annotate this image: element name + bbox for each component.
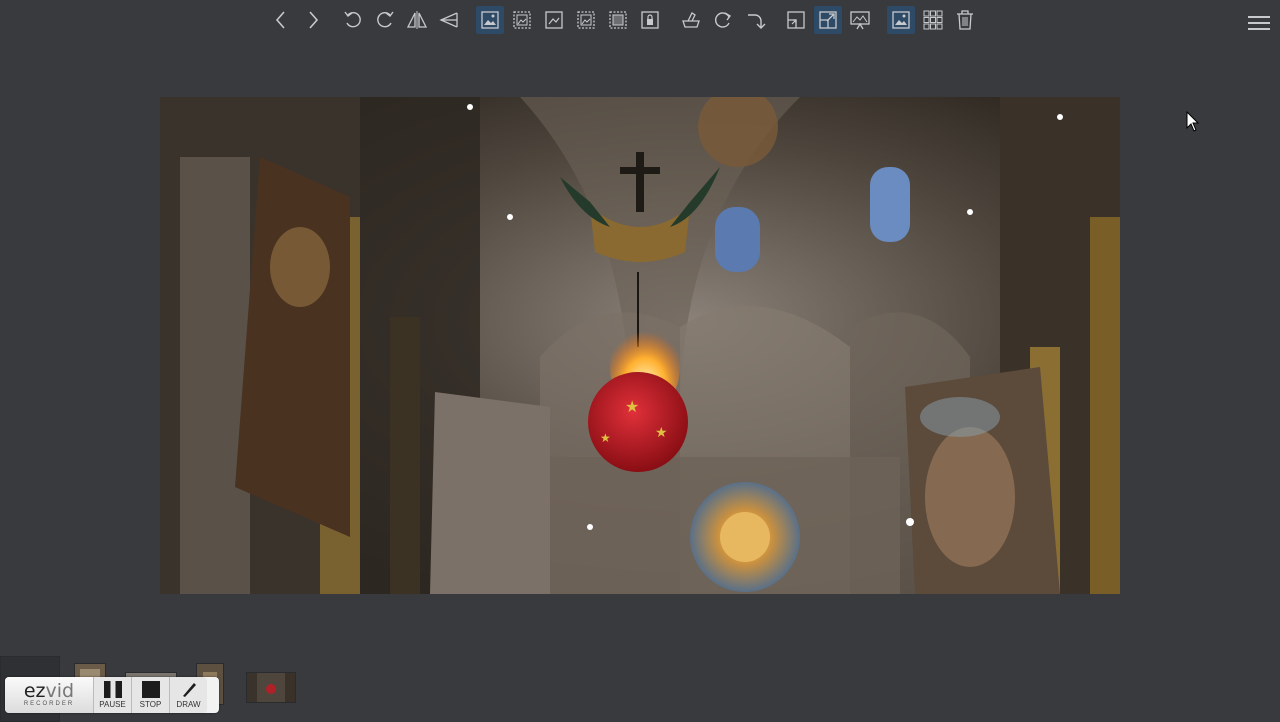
previous-icon xyxy=(275,11,285,29)
svg-text:★: ★ xyxy=(625,399,639,416)
thumbnail-image xyxy=(247,673,295,702)
refresh-icon xyxy=(714,12,732,28)
stop-button[interactable]: STOP xyxy=(131,677,169,713)
clean-icon xyxy=(682,12,700,28)
rotate-left-icon xyxy=(344,11,361,28)
svg-text:★: ★ xyxy=(655,424,668,440)
redo-icon xyxy=(748,14,766,29)
stop-label: STOP xyxy=(139,700,162,709)
lock-zoom-icon xyxy=(641,11,659,29)
crop-button[interactable] xyxy=(782,6,810,34)
slideshow-icon xyxy=(850,11,870,30)
image-view-button[interactable] xyxy=(887,6,915,34)
fullscreen-button[interactable] xyxy=(814,6,842,34)
screen-recorder-widget: ezvid RECORDER PAUSE STOP DRAW xyxy=(5,677,219,713)
pause-button[interactable]: PAUSE xyxy=(93,677,131,713)
fit-image-button[interactable] xyxy=(476,6,504,34)
refresh-button[interactable] xyxy=(709,6,737,34)
delete-button[interactable] xyxy=(951,6,979,34)
flip-horizontal-button[interactable] xyxy=(403,6,431,34)
pen-icon xyxy=(182,683,196,697)
rotate-left-button[interactable] xyxy=(339,6,367,34)
flip-vertical-button[interactable] xyxy=(435,6,463,34)
clean-button[interactable] xyxy=(677,6,705,34)
image-view-icon xyxy=(892,11,910,29)
flip-vertical-icon xyxy=(439,12,458,28)
svg-text:★: ★ xyxy=(600,431,611,445)
fill-window-button[interactable] xyxy=(604,6,632,34)
fill-window-icon xyxy=(609,11,627,29)
fit-height-button[interactable] xyxy=(540,6,568,34)
delete-icon xyxy=(957,10,973,30)
crop-icon xyxy=(787,11,805,29)
thumbnail[interactable] xyxy=(246,672,296,703)
next-button[interactable] xyxy=(299,6,327,34)
next-icon xyxy=(309,11,319,29)
ezvid-logo: ezvid RECORDER xyxy=(5,677,93,713)
hamburger-menu-icon xyxy=(1246,16,1272,30)
draw-button[interactable]: DRAW xyxy=(169,677,207,713)
flip-horizontal-icon xyxy=(406,11,428,29)
grid-view-icon xyxy=(923,10,943,30)
cathedral-photo: ★ ★ ★ xyxy=(160,97,1120,594)
lock-zoom-button[interactable] xyxy=(636,6,664,34)
pause-icon xyxy=(103,681,122,698)
recorder-label: RECORDER xyxy=(23,701,75,707)
toolbar xyxy=(0,4,1280,38)
hamburger-menu-button[interactable] xyxy=(1246,12,1272,38)
fit-width-button[interactable] xyxy=(508,6,536,34)
actual-size-button[interactable] xyxy=(572,6,600,34)
rotate-right-button[interactable] xyxy=(371,6,399,34)
fit-width-icon xyxy=(513,11,531,29)
fullscreen-icon xyxy=(819,11,837,29)
fit-image-icon xyxy=(481,11,499,29)
main-image[interactable]: ★ ★ ★ xyxy=(160,97,1120,594)
previous-button[interactable] xyxy=(267,6,295,34)
stop-icon xyxy=(141,681,160,698)
pause-label: PAUSE xyxy=(99,700,126,709)
fit-height-icon xyxy=(545,11,563,29)
draw-label: DRAW xyxy=(176,700,201,709)
redo-button[interactable] xyxy=(741,6,769,34)
slideshow-button[interactable] xyxy=(846,6,874,34)
rotate-right-icon xyxy=(377,11,394,28)
actual-size-icon xyxy=(577,11,595,29)
grid-view-button[interactable] xyxy=(919,6,947,34)
mouse-cursor-icon xyxy=(1186,111,1200,132)
